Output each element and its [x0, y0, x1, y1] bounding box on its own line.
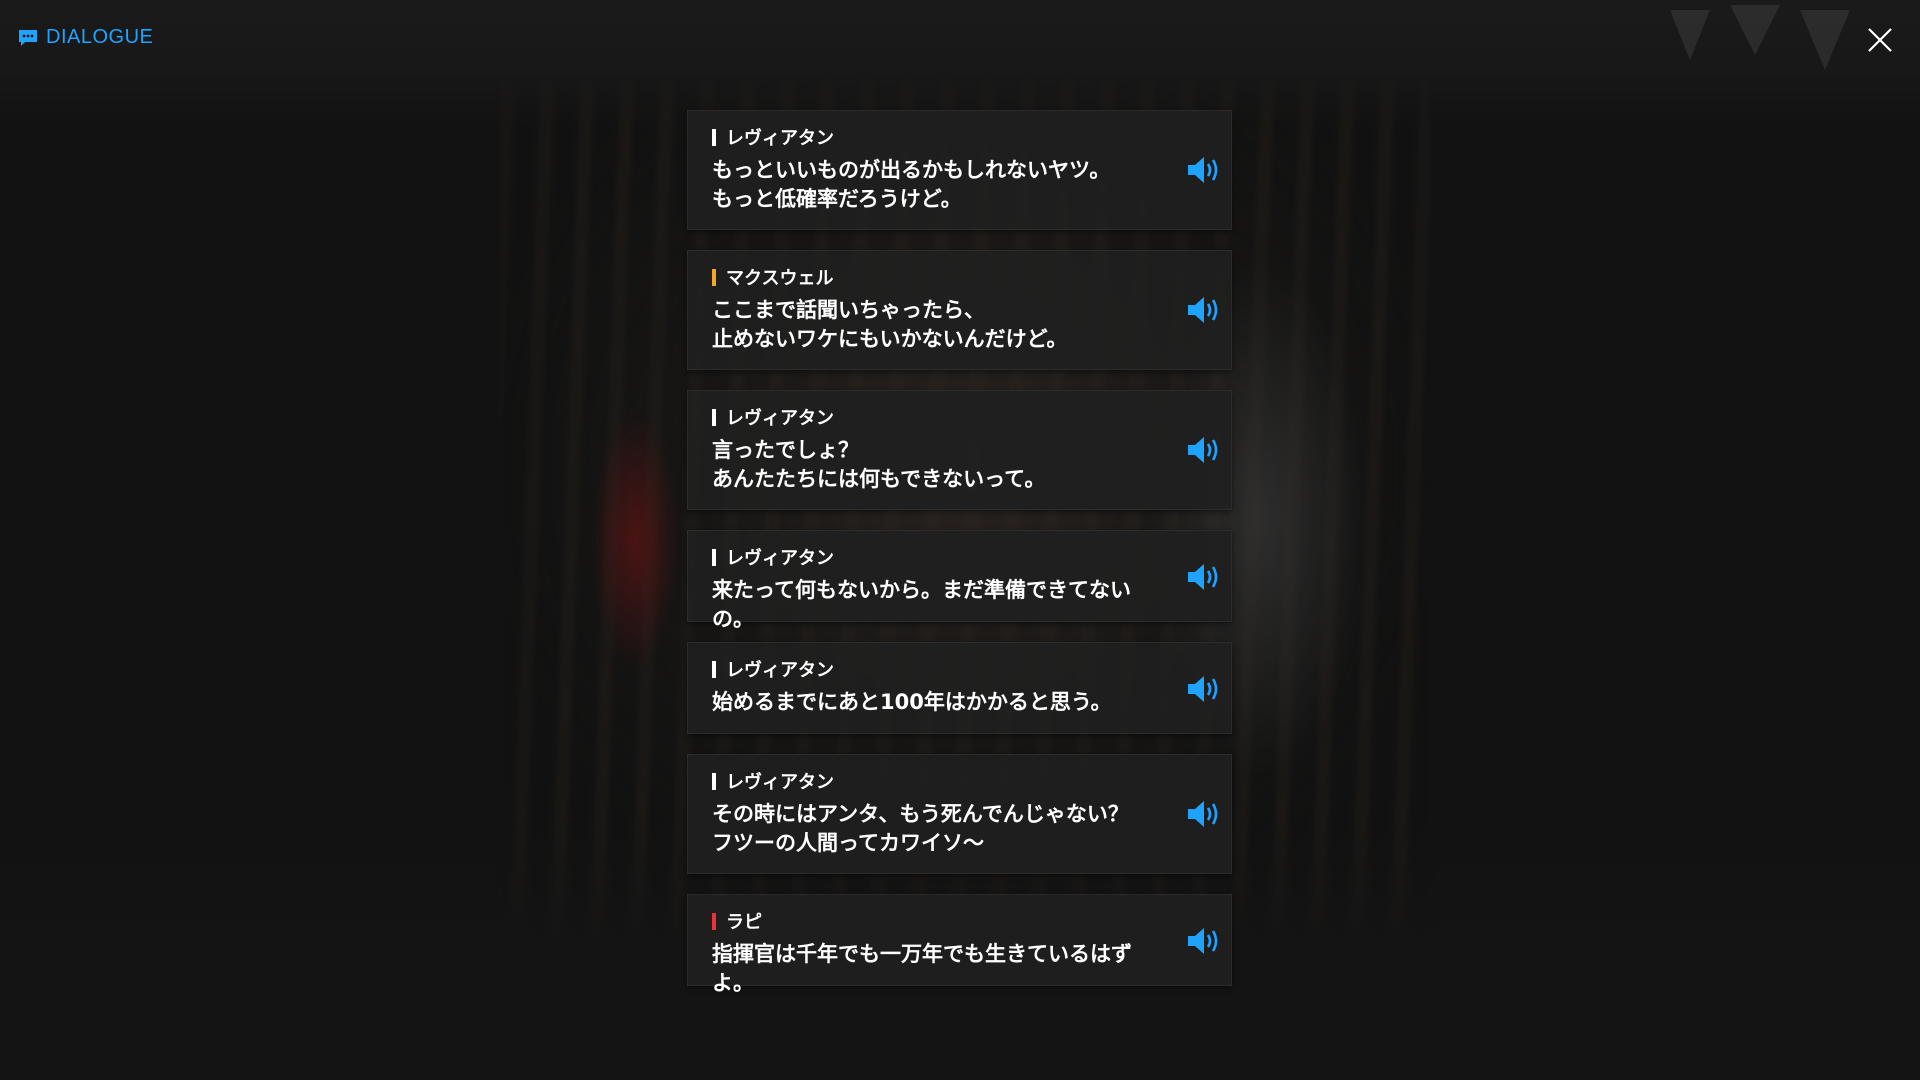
dialogue-log-screen: DIALOGUE レヴィアタン もっといいものが出るかもしれないヤツ。 もっと低… [0, 0, 1920, 1080]
dialogue-entry: レヴィアタン もっといいものが出るかもしれないヤツ。 もっと低確率だろうけど。 [687, 110, 1232, 230]
chat-icon [19, 29, 37, 46]
dialogue-text: その時にはアンタ、もう死んでんじゃない？ フツーの人間ってカワイソ～ [712, 802, 1129, 855]
dialogue-text: ここまで話聞いちゃったら、 止めないワケにもいかないんだけど。 [712, 298, 1068, 351]
dialogue-entry: レヴィアタン その時にはアンタ、もう死んでんじゃない？ フツーの人間ってカワイソ… [687, 754, 1232, 874]
dialogue-list[interactable]: レヴィアタン もっといいものが出るかもしれないヤツ。 もっと低確率だろうけど。 … [687, 110, 1232, 1006]
speaker-color-mark [712, 408, 716, 426]
speaker-row: レヴィアタン [712, 126, 1141, 149]
corner-decoration [1670, 5, 1850, 70]
dialogue-entry: レヴィアタン 言ったでしょ？ あんたたちには何もできないって。 [687, 390, 1232, 510]
dialogue-entry: レヴィアタン 来たって何もないから。まだ準備できてないの。 [687, 530, 1232, 631]
dialogue-header: DIALOGUE [18, 26, 153, 49]
speaker-row: マクスウェル [712, 266, 1141, 289]
close-icon[interactable] [1862, 22, 1898, 58]
speaker-name: ラピ [726, 912, 762, 933]
speaker-icon[interactable] [1185, 154, 1221, 186]
speaker-icon[interactable] [1185, 673, 1221, 705]
speaker-name: レヴィアタン [726, 548, 834, 569]
background-character-shape [590, 410, 680, 670]
dialogue-entry: マクスウェル ここまで話聞いちゃったら、 止めないワケにもいかないんだけど。 [687, 250, 1232, 370]
speaker-name: レヴィアタン [726, 772, 834, 793]
speaker-row: ラピ [712, 910, 1141, 933]
speaker-name: マクスウェル [726, 268, 834, 289]
dialogue-entry: ラピ 指揮官は千年でも一万年でも生きているはずよ。 [687, 894, 1232, 995]
speaker-row: レヴィアタン [712, 406, 1141, 429]
dialogue-text: 始めるまでにあと100年はかかると思う。 [712, 690, 1112, 714]
dialogue-title: DIALOGUE [46, 26, 154, 48]
speaker-name: レヴィアタン [726, 660, 834, 681]
dialogue-text: 指揮官は千年でも一万年でも生きているはずよ。 [712, 942, 1132, 995]
speaker-row: レヴィアタン [712, 658, 1141, 681]
dialogue-entry: レヴィアタン 始めるまでにあと100年はかかると思う。 [687, 642, 1232, 734]
speaker-color-mark [712, 660, 716, 678]
speaker-color-mark [712, 772, 716, 790]
speaker-icon[interactable] [1185, 294, 1221, 326]
speaker-icon[interactable] [1185, 561, 1221, 593]
dialogue-text: もっといいものが出るかもしれないヤツ。 もっと低確率だろうけど。 [712, 158, 1111, 211]
header-bar [0, 0, 1920, 125]
speaker-icon[interactable] [1185, 798, 1221, 830]
speaker-name: レヴィアタン [726, 128, 834, 149]
speaker-row: レヴィアタン [712, 546, 1141, 569]
speaker-color-mark [712, 912, 716, 930]
speaker-icon[interactable] [1185, 434, 1221, 466]
speaker-name: レヴィアタン [726, 408, 834, 429]
speaker-icon[interactable] [1185, 925, 1221, 957]
speaker-color-mark [712, 268, 716, 286]
speaker-color-mark [712, 128, 716, 146]
dialogue-text: 来たって何もないから。まだ準備できてないの。 [712, 578, 1131, 631]
dialogue-text: 言ったでしょ？ あんたたちには何もできないって。 [712, 438, 1046, 491]
speaker-color-mark [712, 548, 716, 566]
speaker-row: レヴィアタン [712, 770, 1141, 793]
